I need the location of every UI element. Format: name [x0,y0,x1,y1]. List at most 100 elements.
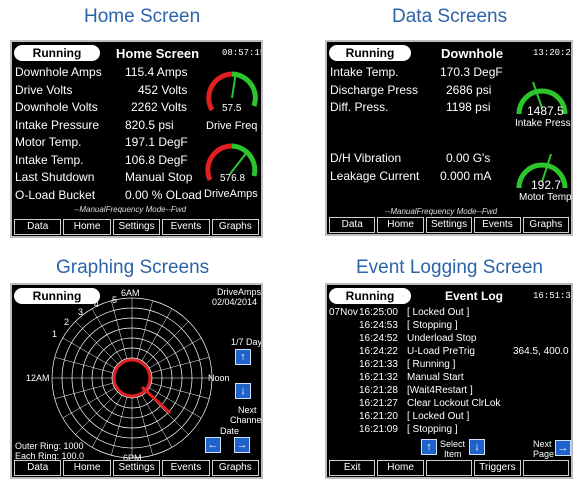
item-label: Item [444,449,462,459]
drive-freq-gauge [206,71,258,112]
row-value: 115.4 Amps [125,65,188,79]
event-text: [Wait4Restart ] [407,385,473,396]
mode-note: --ManualFrequency Mode--Fwd [385,207,498,216]
row-label: Downhole Volts [15,100,98,114]
event-row[interactable]: 16:21:28 [Wait4Restart ] [329,384,571,397]
event-row[interactable]: 16:21:27 Clear Lockout ClrLok [329,397,571,410]
row-label: Leakage Current [330,168,420,183]
page-label: Page [533,449,555,459]
up-arrow-button[interactable]: ↑ [235,349,251,365]
drive-amps-gauge [205,143,258,182]
blank-button[interactable] [522,460,570,476]
clock: 13:20:21 [533,48,573,58]
left-arrow-button[interactable]: ← [205,437,221,453]
settings-button[interactable]: Settings [112,460,161,476]
row-label: Last Shutdown [15,170,95,184]
event-row[interactable]: 16:21:33 [ Running ] [329,358,571,371]
home-button[interactable]: Home [377,217,424,233]
graphing-screens-title: Graphing Screens [56,257,210,278]
events-button[interactable]: Events [162,460,210,476]
next-label: Next [238,405,257,415]
screen-title: Downhole [441,46,504,61]
home-screen-panel: Running Home Screen 08:57:15 Downhole Am… [10,40,263,238]
row-value: 0.00 G's [446,151,491,165]
event-date: 07Nov [329,307,358,318]
event-time: 16:25:00 [359,307,398,318]
select-up-button[interactable]: ↑ [421,439,437,455]
channel-label: Channel [230,415,263,425]
row-value: 2686 psi [446,82,492,97]
status-pill: Running [329,45,411,61]
event-row[interactable]: 16:21:20 [ Locked Out ] [329,410,571,423]
button-bar: Data Home Settings Events Graphs [12,459,261,477]
row-label: D/H Vibration [330,151,402,165]
gauge-label: DriveAmps [204,188,258,200]
blank-button[interactable] [425,460,473,476]
graphs-button[interactable]: Graphs [211,460,260,476]
event-row[interactable]: 16:24:53 [ Stopping ] [329,319,571,332]
data-button[interactable]: Data [14,219,62,235]
data-row: Intake Temp. 106.8 DegF [15,152,205,170]
data-row: Drive Volts 452 Volts [15,82,205,100]
settings-button[interactable]: Settings [425,217,473,233]
data-row: D/H Vibration 0.00 G's [330,150,510,168]
event-logging-title: Event Logging Screen [356,257,543,278]
event-text: [ Stopping ] [407,424,458,435]
events-button[interactable]: Events [474,217,521,233]
hour-label-left: 12AM [26,373,50,383]
down-arrow-button[interactable]: ↓ [235,383,251,399]
data-row: Downhole Amps 115.4 Amps [15,64,205,82]
event-time: 16:24:53 [359,320,398,331]
graph-series-name: DriveAmps [217,287,262,297]
home-button[interactable]: Home [63,219,111,235]
event-row[interactable]: 07Nov 16:25:00 [ Locked Out ] [329,306,571,319]
clock: 08:57:15 [222,48,263,58]
data-row: Motor Temp. 197.1 DegF [15,134,205,152]
exit-button[interactable]: Exit [329,460,376,476]
home-button[interactable]: Home [63,460,111,476]
hour-label-right: Noon [208,373,230,383]
event-row[interactable]: 16:21:09 [ Stopping ] [329,423,571,436]
home-button[interactable]: Home [377,460,424,476]
data-button[interactable]: Data [14,460,62,476]
row-label: O-Load Bucket [15,187,96,202]
graphs-button[interactable]: Graphs [522,217,570,233]
row-value: 0.000 mA [440,168,492,183]
home-data-rows: Downhole Amps 115.4 Amps Drive Volts 452 V… [15,64,205,204]
row-label: Intake Pressure [15,117,100,132]
range-label: 1/7 Day [231,337,263,347]
gauge-value: 1487.5 [527,104,564,118]
event-row[interactable]: 16:24:52 Underload Stop [329,332,571,345]
row-value: 0.00 % OLoad [125,187,202,202]
triggers-button[interactable]: Triggers [474,460,521,476]
row-label: Discharge Press [330,82,419,97]
events-button[interactable]: Events [162,219,210,235]
row-value: 2262 Volts [131,100,188,114]
select-down-button[interactable]: ↓ [469,439,485,455]
event-row[interactable]: 16:21:32 Manual Start [329,371,571,384]
data-button[interactable]: Data [329,217,376,233]
row-value: 452 Volts [138,82,188,97]
gauge-value: 576.8 [220,173,246,184]
event-row[interactable]: 16:24:22 U-Load PreTrig 364.5, 400.0 [329,345,571,358]
next-page-button[interactable]: → [555,440,571,456]
row-value: 820.5 psi [125,117,174,132]
event-time: 16:21:20 [359,411,398,422]
settings-button[interactable]: Settings [112,219,161,235]
ring-number: 5 [112,295,118,305]
ring-number: 1 [52,329,58,339]
event-log-list: 07Nov 16:25:00 [ Locked Out ] 16:24:53 [ Sto… [329,306,571,436]
home-screen-title: Home Screen [84,6,201,27]
clock: 16:51:33 [533,291,573,301]
graph-screen-panel: Running DriveAmps 02/04/2014 6AM 12AM No… [10,283,263,479]
ring-number: 4 [94,299,100,309]
button-bar: Data Home Settings Events Graphs [12,218,261,236]
right-arrow-button[interactable]: → [234,437,250,453]
graphs-button[interactable]: Graphs [211,219,260,235]
button-bar: Data Home Settings Events Graphs [327,216,571,234]
event-text: Clear Lockout ClrLok [407,398,501,409]
event-text: Manual Start [407,372,464,383]
data-screen-panel: Running Downhole 13:20:21 Intake Temp. 17… [325,40,573,236]
event-text: Underload Stop [407,333,477,344]
screen-title: Home Screen [116,46,200,61]
